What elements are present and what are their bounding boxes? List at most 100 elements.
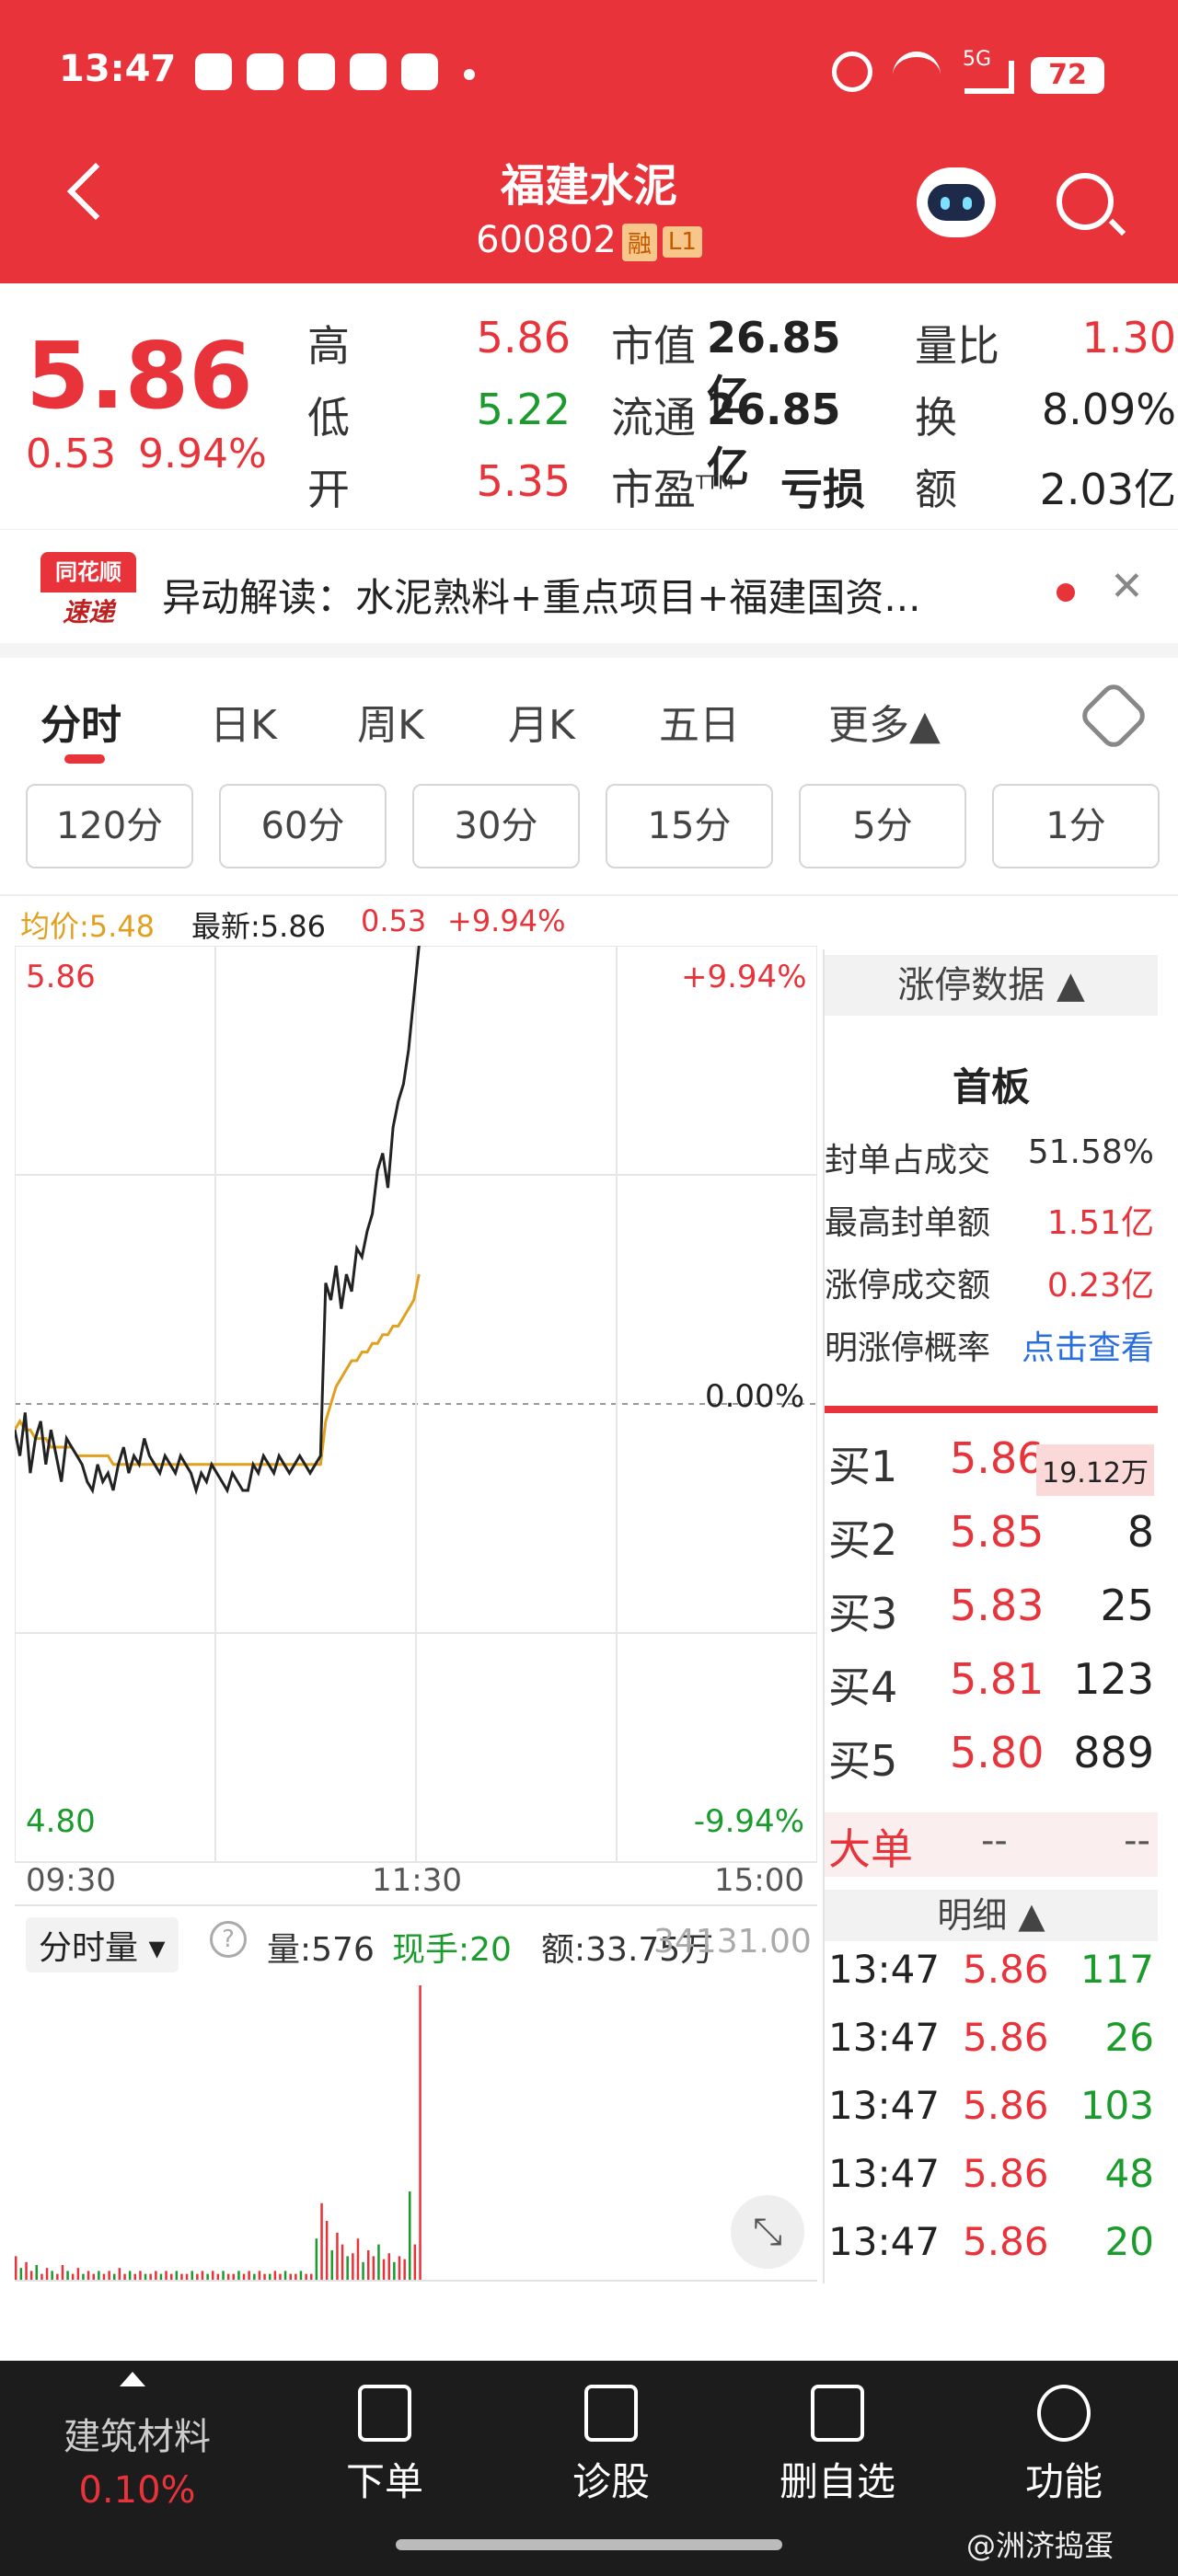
search-icon[interactable] bbox=[1057, 173, 1114, 230]
avg-price-label: 均价:5.48 bbox=[20, 909, 156, 944]
vol-ratio-label: 量比 bbox=[915, 321, 999, 371]
signal-icon bbox=[964, 61, 1014, 94]
volume-bar bbox=[336, 2232, 339, 2280]
pct-top-label: +9.94% bbox=[681, 959, 807, 995]
status-time: 13:47 bbox=[59, 48, 177, 90]
range-15min[interactable]: 15分 bbox=[606, 784, 773, 868]
pct-mid-label: 0.00% bbox=[704, 1378, 804, 1415]
range-60min[interactable]: 60分 bbox=[219, 784, 387, 868]
home-indicator[interactable] bbox=[396, 2539, 782, 2550]
volume-bar bbox=[87, 2271, 90, 2280]
volume-bar bbox=[175, 2271, 179, 2280]
margin-tag: 融 bbox=[621, 223, 657, 261]
chevron-up-icon bbox=[120, 2372, 145, 2386]
volume-bar bbox=[92, 2273, 95, 2280]
help-icon[interactable]: ? bbox=[210, 1921, 247, 1958]
volume-selector[interactable]: 分时量 ▾ bbox=[26, 1917, 179, 1972]
y-top-label: 5.86 bbox=[26, 959, 96, 995]
big-order-row[interactable]: 大单 -- -- bbox=[825, 1812, 1158, 1877]
app-icon-music bbox=[350, 53, 387, 90]
volume-bar bbox=[196, 2273, 199, 2280]
volume-bar bbox=[377, 2244, 380, 2280]
order-button[interactable]: 下单 bbox=[311, 2385, 458, 2507]
volume-bar bbox=[269, 2273, 271, 2280]
tab-five-day[interactable]: 五日 bbox=[659, 692, 740, 751]
y-bottom-label: 4.80 bbox=[26, 1803, 96, 1840]
news-banner[interactable]: 同花顺 速递 异动解读：水泥熟料+重点项目+福建国资... ✕ bbox=[0, 529, 1178, 658]
volume-bar bbox=[155, 2271, 157, 2280]
volume-bar bbox=[185, 2273, 189, 2280]
functions-button[interactable]: 功能 bbox=[990, 2385, 1138, 2507]
order-book-row: 买1 5.86 19.12万 bbox=[825, 1424, 1158, 1498]
volume-bar bbox=[29, 2271, 33, 2280]
diagnose-icon bbox=[584, 2385, 638, 2442]
news-badge: 同花顺 速递 bbox=[40, 552, 136, 633]
view-probability-link[interactable]: 点击查看 bbox=[1022, 1321, 1154, 1369]
fullscreen-icon[interactable]: ⤡ bbox=[731, 2195, 804, 2269]
settings-icon[interactable] bbox=[1077, 679, 1150, 753]
price-change: 0.53 bbox=[26, 431, 116, 477]
volume-bar bbox=[165, 2271, 167, 2280]
volume-bar bbox=[71, 2273, 75, 2280]
volume-bar bbox=[82, 2273, 85, 2280]
board-label: 首板 bbox=[952, 1064, 1030, 1110]
order-book-row: 买3 5.83 25 bbox=[828, 1581, 1154, 1639]
price-line bbox=[15, 946, 421, 1496]
tab-weekly-k[interactable]: 周K bbox=[357, 692, 424, 751]
volume-bar bbox=[15, 2256, 17, 2280]
volume-bar bbox=[253, 2273, 256, 2280]
order-icon bbox=[358, 2385, 411, 2442]
order-book-row: 买2 5.85 8 bbox=[828, 1507, 1154, 1565]
sector-name[interactable]: 建筑材料 bbox=[40, 2407, 234, 2460]
volume-bar bbox=[320, 2202, 323, 2280]
stock-code: 600802 bbox=[476, 219, 617, 261]
range-5min[interactable]: 5分 bbox=[799, 784, 966, 868]
chart-change-pct: +9.94% bbox=[447, 903, 566, 938]
intraday-chart[interactable] bbox=[15, 946, 817, 1884]
amount-value: 2.03亿 bbox=[1039, 465, 1176, 514]
close-icon[interactable]: ✕ bbox=[1110, 563, 1144, 610]
order-book-row: 买4 5.81 123 bbox=[828, 1654, 1154, 1712]
tick-row: 13:47 5.86 26 bbox=[828, 2015, 1154, 2060]
amount-label: 额 bbox=[915, 465, 957, 514]
range-120min[interactable]: 120分 bbox=[26, 784, 193, 868]
diagnose-button[interactable]: 诊股 bbox=[537, 2385, 685, 2507]
pe-value: 亏损 bbox=[780, 465, 865, 514]
remove-watchlist-button[interactable]: 删自选 bbox=[764, 2385, 911, 2507]
limit-panel-header[interactable]: 涨停数据 ▲ bbox=[825, 955, 1158, 1016]
volume-bar bbox=[352, 2253, 354, 2280]
limit-row: 封单占成交 51.58% bbox=[825, 1133, 1154, 1179]
volume-bar bbox=[51, 2271, 53, 2280]
tab-daily-k[interactable]: 日K bbox=[210, 692, 277, 751]
news-text[interactable]: 异动解读：水泥熟料+重点项目+福建国资... bbox=[162, 567, 1027, 623]
volume-bar bbox=[170, 2273, 173, 2280]
volume-bar bbox=[149, 2273, 152, 2280]
volume-bar bbox=[66, 2271, 69, 2280]
level-tag: L1 bbox=[662, 226, 702, 258]
current-hand: 现手:20 bbox=[392, 1931, 512, 1969]
tab-intraday[interactable]: 分时 bbox=[40, 692, 121, 751]
volume-bar bbox=[212, 2271, 214, 2280]
tick-row: 13:47 5.86 117 bbox=[828, 1947, 1154, 1992]
range-1min[interactable]: 1分 bbox=[992, 784, 1160, 868]
volume-bar bbox=[330, 2250, 333, 2280]
range-30min[interactable]: 30分 bbox=[412, 784, 580, 868]
tab-monthly-k[interactable]: 月K bbox=[508, 692, 575, 751]
x-label-open: 09:30 bbox=[26, 1862, 116, 1899]
volume-bar bbox=[56, 2273, 59, 2280]
volume-bar bbox=[108, 2271, 110, 2280]
watermark: @洲济捣蛋 bbox=[966, 2528, 1114, 2563]
volume-bar bbox=[35, 2265, 38, 2280]
vol-ratio-value: 1.30 bbox=[1081, 313, 1176, 362]
app-icon-browser bbox=[298, 53, 335, 90]
limit-row: 明涨停概率 点击查看 bbox=[825, 1321, 1158, 1369]
robot-assistant-icon[interactable] bbox=[917, 167, 996, 237]
tick-row: 13:47 5.86 48 bbox=[828, 2151, 1154, 2196]
news-unread-dot bbox=[1057, 583, 1075, 602]
volume-bar bbox=[413, 2244, 417, 2280]
latest-price-label: 最新:5.86 bbox=[191, 909, 327, 944]
ticks-header[interactable]: 明细 ▲ bbox=[825, 1890, 1158, 1941]
tab-more[interactable]: 更多▲ bbox=[828, 692, 941, 751]
high-value: 5.86 bbox=[476, 313, 571, 362]
avg-price-line bbox=[15, 1273, 421, 1466]
